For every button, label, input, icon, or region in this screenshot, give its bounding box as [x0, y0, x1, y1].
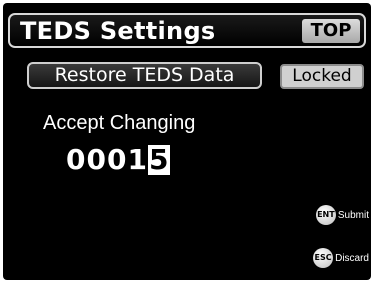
value-digits-fixed: 0001: [66, 143, 148, 176]
ent-key-icon[interactable]: ENT: [315, 205, 336, 225]
locked-status-button[interactable]: Locked: [280, 64, 364, 89]
device-screen: TEDS Settings TOP Restore TEDS Data Lock…: [3, 3, 371, 280]
discard-label: Discard: [335, 252, 369, 264]
value-cursor-digit[interactable]: 5: [147, 145, 171, 175]
top-button[interactable]: TOP: [302, 19, 360, 43]
esc-key-icon[interactable]: ESC: [313, 248, 334, 268]
submit-hint[interactable]: ENT Submit: [315, 205, 369, 225]
submit-label: Submit: [337, 209, 369, 221]
page-title: TEDS Settings: [20, 17, 216, 45]
accept-value-field[interactable]: 00015: [66, 143, 171, 176]
discard-hint[interactable]: ESC Discard: [313, 248, 369, 268]
header-bar: TEDS Settings TOP: [8, 13, 366, 48]
accept-changing-label: Accept Changing: [43, 112, 196, 134]
restore-teds-data-button[interactable]: Restore TEDS Data: [27, 62, 262, 89]
